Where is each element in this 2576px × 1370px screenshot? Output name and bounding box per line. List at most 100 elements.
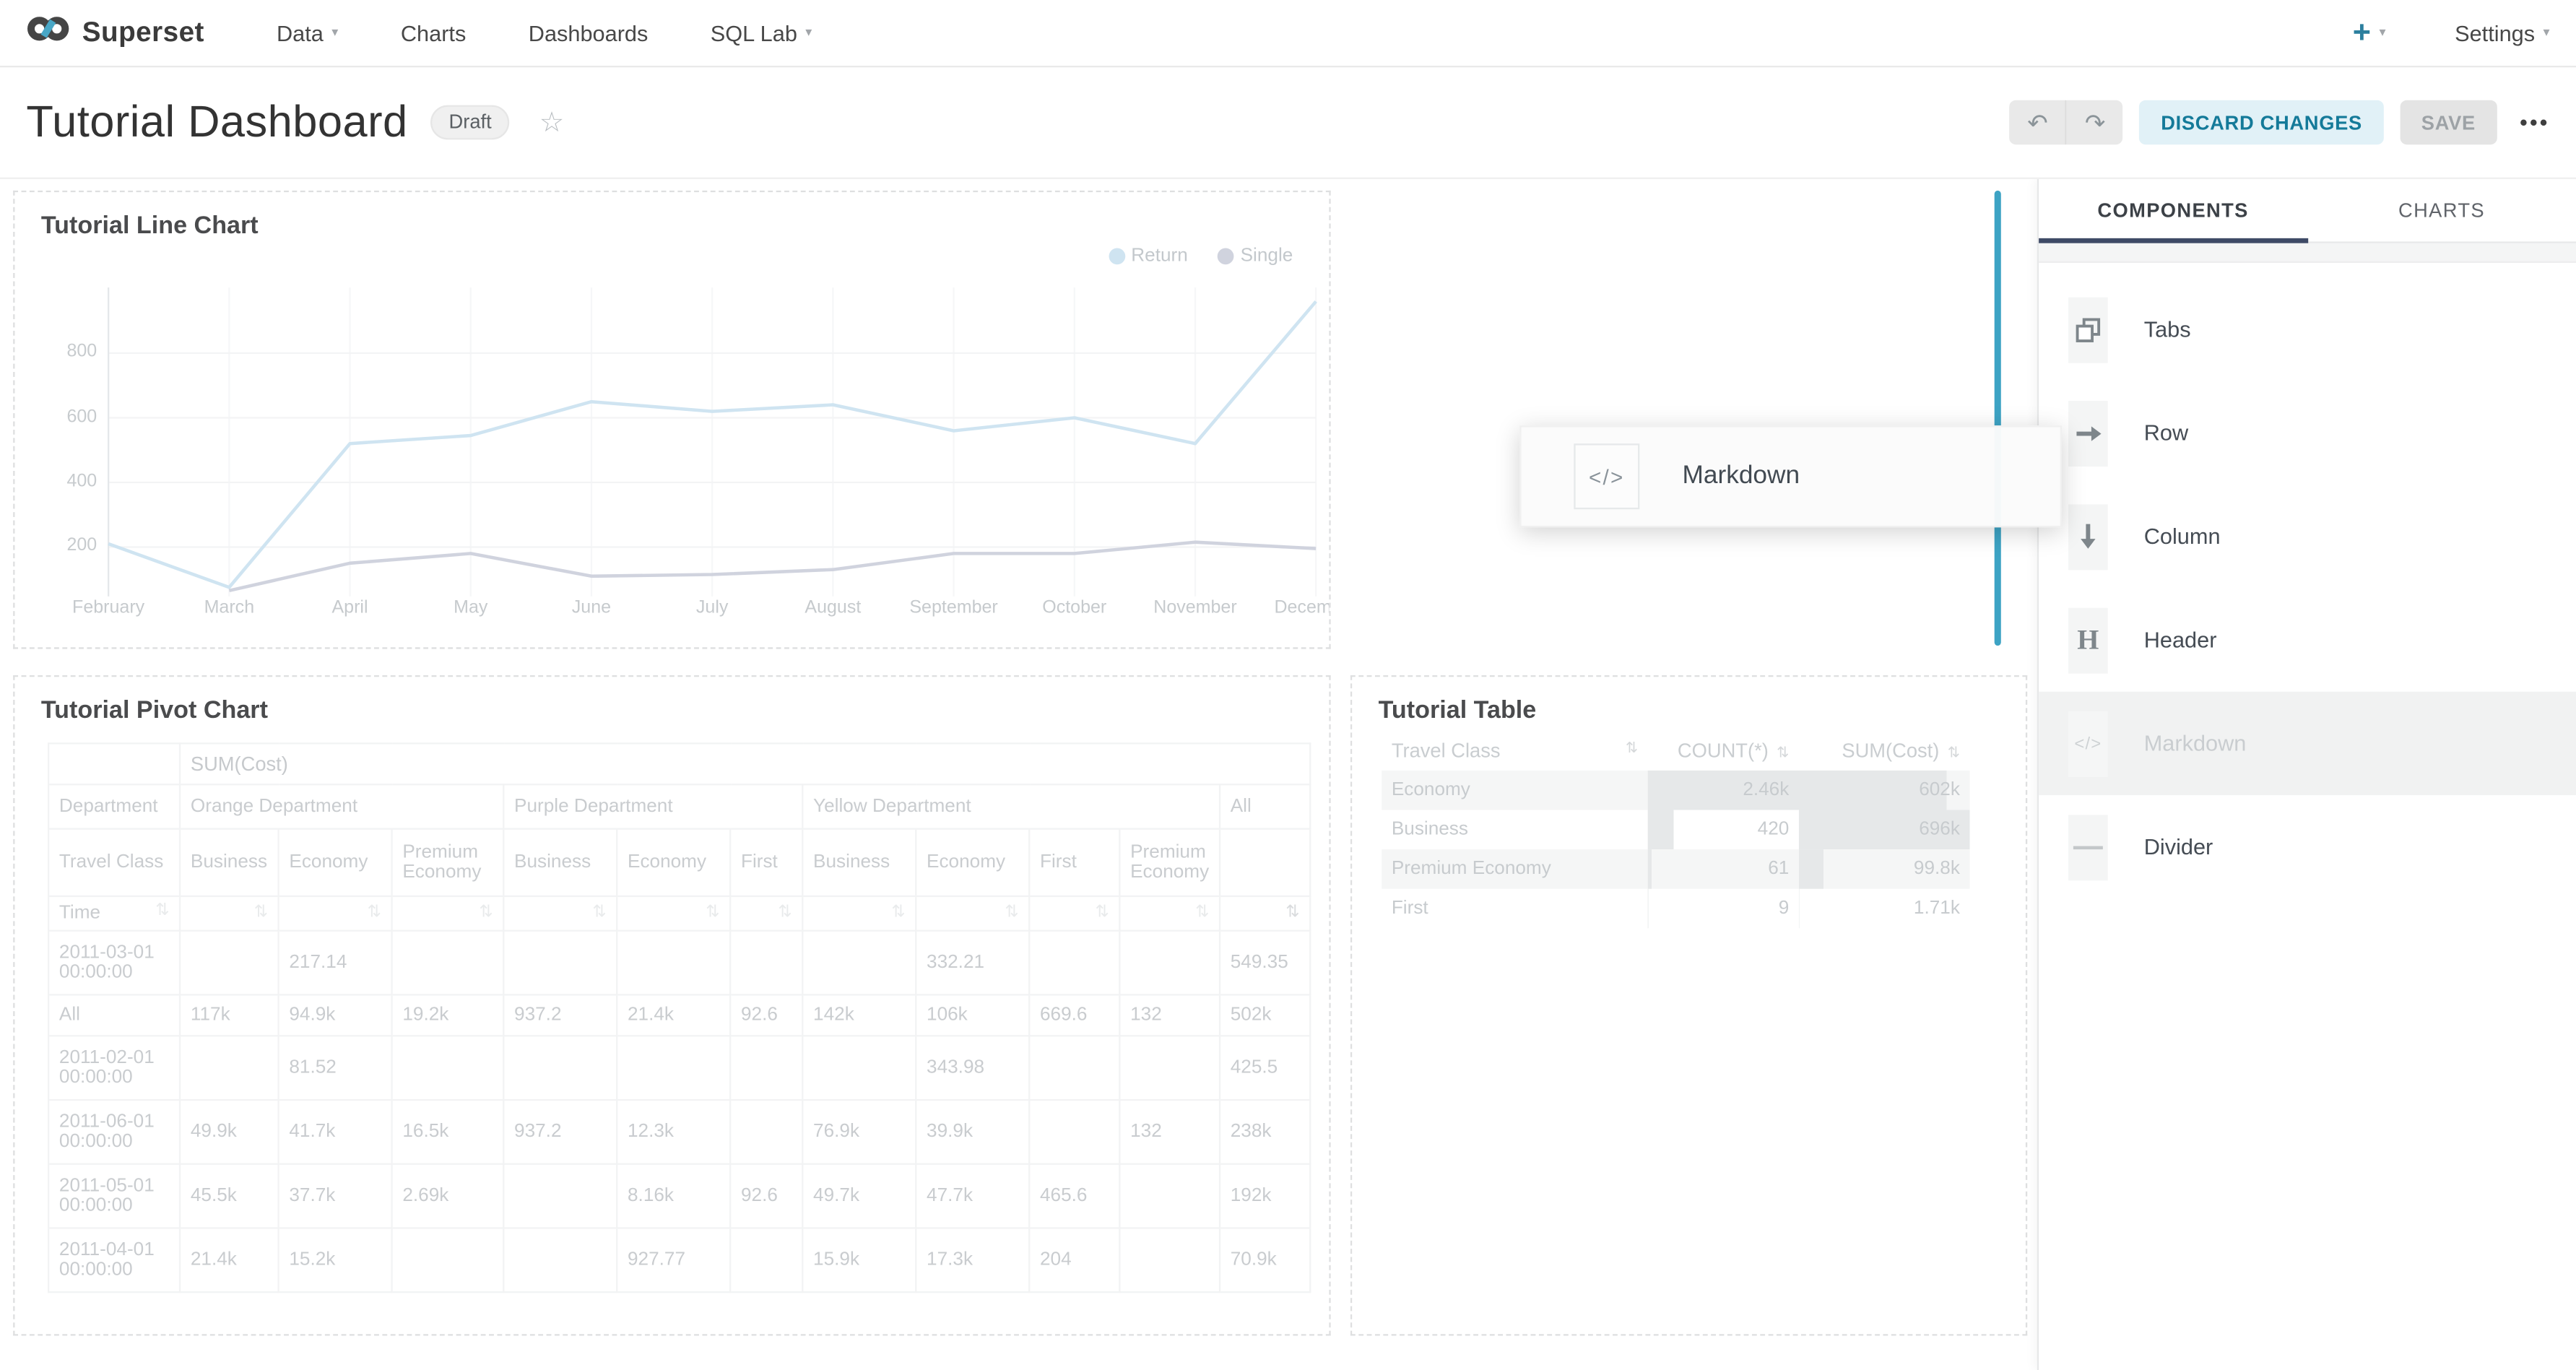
pivot-sort-cell: ⇅: [916, 896, 1029, 931]
undo-button[interactable]: ↶: [2010, 100, 2068, 144]
component-item-header[interactable]: H Header: [2039, 588, 2576, 691]
pivot-cell: [392, 1228, 504, 1292]
builder-sidebar: COMPONENTS CHARTS Tabs: [2037, 179, 2576, 1370]
pivot-cell: 19.2k: [392, 994, 504, 1036]
pivot-class-header: Economy: [916, 829, 1029, 896]
pivot-department-header: Orange Department: [180, 784, 503, 828]
table-chart-card[interactable]: Tutorial Table Travel Class⇅ COUNT(*)⇅: [1350, 675, 2027, 1335]
sort-icon[interactable]: ⇅: [155, 903, 169, 920]
pivot-table-row: 2011-02-01 00:00:0081.52343.98425.5: [48, 1036, 1310, 1100]
settings-menu[interactable]: Settings ▾: [2455, 20, 2549, 45]
y-axis-tick-label: 400: [38, 472, 97, 491]
pivot-class-header: First: [730, 829, 802, 896]
pivot-row-label: 2011-02-01 00:00:00: [48, 1036, 180, 1100]
superset-logo[interactable]: Superset: [26, 14, 204, 51]
table-row: Premium Economy6199.8k: [1382, 849, 1969, 889]
pivot-cell: 70.9k: [1220, 1228, 1310, 1292]
sort-icon[interactable]: ⇅: [592, 905, 606, 922]
pivot-cell: [503, 931, 617, 995]
active-tab-indicator: [2039, 238, 2308, 243]
component-item-divider[interactable]: Divider: [2039, 795, 2576, 898]
pivot-class-header: Premium Economy: [1119, 829, 1220, 896]
pivot-class-header: Economy: [279, 829, 392, 896]
save-button[interactable]: SAVE: [2400, 100, 2497, 144]
pivot-cell: [1119, 1164, 1220, 1228]
pivot-cell: 39.9k: [916, 1100, 1029, 1164]
nav-item-sql-lab[interactable]: SQL Lab ▾: [711, 20, 812, 45]
tab-components[interactable]: COMPONENTS: [2039, 179, 2307, 241]
pivot-class-header: Business: [503, 829, 617, 896]
discard-changes-button[interactable]: DISCARD CHANGES: [2140, 100, 2384, 144]
pivot-class-header: Business: [802, 829, 916, 896]
pivot-class-header: First: [1029, 829, 1119, 896]
line-chart-card[interactable]: Tutorial Line Chart Return Single 200400…: [13, 191, 1330, 649]
more-options-icon[interactable]: •••: [2520, 110, 2549, 134]
pivot-sort-cell: ⇅: [1119, 896, 1220, 931]
pivot-cell: 192k: [1220, 1164, 1310, 1228]
markdown-icon: </>: [1574, 443, 1639, 509]
pivot-cell: 217.14: [279, 931, 392, 995]
component-item-column[interactable]: Column: [2039, 485, 2576, 588]
pivot-cell: [503, 1228, 617, 1292]
column-header-count[interactable]: COUNT(*)⇅: [1648, 731, 1799, 771]
sort-icon[interactable]: ⇅: [706, 905, 719, 922]
sort-icon[interactable]: ⇅: [1777, 745, 1789, 761]
page-title[interactable]: Tutorial Dashboard: [26, 97, 407, 148]
redo-button[interactable]: ↷: [2068, 100, 2123, 144]
pivot-cell: 343.98: [916, 1036, 1029, 1100]
sort-icon[interactable]: ⇅: [1626, 740, 1638, 758]
pivot-cell: 132: [1119, 994, 1220, 1036]
pivot-cell: 41.7k: [279, 1100, 392, 1164]
pivot-cell: 92.6: [730, 1164, 802, 1228]
pivot-cell: [392, 1036, 504, 1100]
pivot-department-header: Yellow Department: [802, 784, 1220, 828]
main-area: Tutorial Line Chart Return Single 200400…: [0, 179, 2576, 1370]
pivot-table-row: All117k94.9k19.2k937.221.4k92.6142k106k6…: [48, 994, 1310, 1036]
nav-item-charts[interactable]: Charts: [401, 20, 466, 45]
column-header-sum-cost[interactable]: SUM(Cost)⇅: [1799, 731, 1970, 771]
nav-item-data[interactable]: Data ▾: [277, 20, 338, 45]
markdown-icon: </>: [2068, 711, 2108, 776]
sort-icon[interactable]: ⇅: [368, 905, 381, 922]
pivot-cell: 16.5k: [392, 1100, 504, 1164]
header-icon: H: [2068, 607, 2108, 673]
pivot-cell: 76.9k: [802, 1100, 916, 1164]
sort-icon[interactable]: ⇅: [254, 905, 268, 922]
sort-icon[interactable]: ⇅: [1285, 905, 1299, 922]
sort-icon[interactable]: ⇅: [1095, 905, 1109, 922]
pivot-chart-card[interactable]: Tutorial Pivot Chart SUM(Cost)Department…: [13, 675, 1330, 1335]
pivot-class-header: Economy: [617, 829, 730, 896]
pivot-cell: [503, 1164, 617, 1228]
add-new-button[interactable]: + ▾: [2353, 17, 2386, 48]
undo-icon: ↶: [2027, 108, 2048, 137]
component-item-row[interactable]: Row: [2039, 381, 2576, 485]
component-item-markdown[interactable]: </> Markdown: [2039, 692, 2576, 795]
nav-item-dashboards[interactable]: Dashboards: [529, 20, 649, 45]
pivot-sort-cell: ⇅: [617, 896, 730, 931]
brand-name: Superset: [82, 17, 204, 49]
pivot-table-row: 2011-04-01 00:00:0021.4k15.2k927.7715.9k…: [48, 1228, 1310, 1292]
column-header-travel-class[interactable]: Travel Class⇅: [1382, 731, 1648, 771]
header-actions: ↶ ↷ DISCARD CHANGES SAVE •••: [2010, 100, 2550, 144]
sort-icon[interactable]: ⇅: [1195, 905, 1209, 922]
pivot-cell: 927.77: [617, 1228, 730, 1292]
favorite-star-icon[interactable]: ☆: [539, 106, 565, 139]
pivot-cell: 8.16k: [617, 1164, 730, 1228]
dragged-markdown-component[interactable]: </> Markdown: [1519, 425, 2062, 527]
component-item-tabs[interactable]: Tabs: [2039, 277, 2576, 381]
y-axis-tick-label: 800: [38, 342, 97, 362]
pivot-cell: [730, 1100, 802, 1164]
sidebar-divider-strip: [2039, 243, 2576, 263]
sort-icon[interactable]: ⇅: [1948, 745, 1960, 761]
pivot-sort-cell: ⇅: [1220, 896, 1310, 931]
pivot-cell: 142k: [802, 994, 916, 1036]
sort-icon[interactable]: ⇅: [1005, 905, 1018, 922]
sort-icon[interactable]: ⇅: [891, 905, 905, 922]
pivot-cell: [1119, 1036, 1220, 1100]
tab-charts[interactable]: CHARTS: [2307, 179, 2576, 241]
cell-travel-class: Economy: [1382, 771, 1648, 810]
dashboard-header: Tutorial Dashboard Draft ☆ ↶ ↷ DISCARD C…: [0, 67, 2576, 179]
sort-icon[interactable]: ⇅: [778, 905, 792, 922]
sort-icon[interactable]: ⇅: [479, 905, 493, 922]
pivot-cell: 425.5: [1220, 1036, 1310, 1100]
